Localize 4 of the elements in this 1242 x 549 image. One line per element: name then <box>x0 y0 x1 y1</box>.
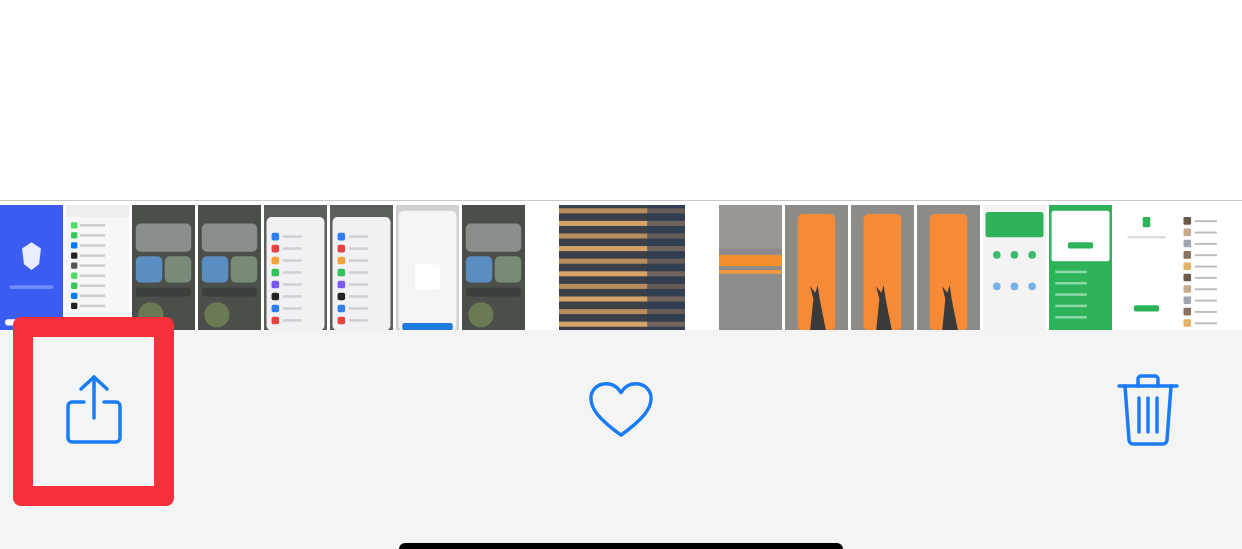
delete-button[interactable] <box>1116 372 1180 448</box>
trash-icon <box>1117 374 1179 446</box>
heart-icon <box>589 381 653 439</box>
share-icon <box>65 374 123 446</box>
